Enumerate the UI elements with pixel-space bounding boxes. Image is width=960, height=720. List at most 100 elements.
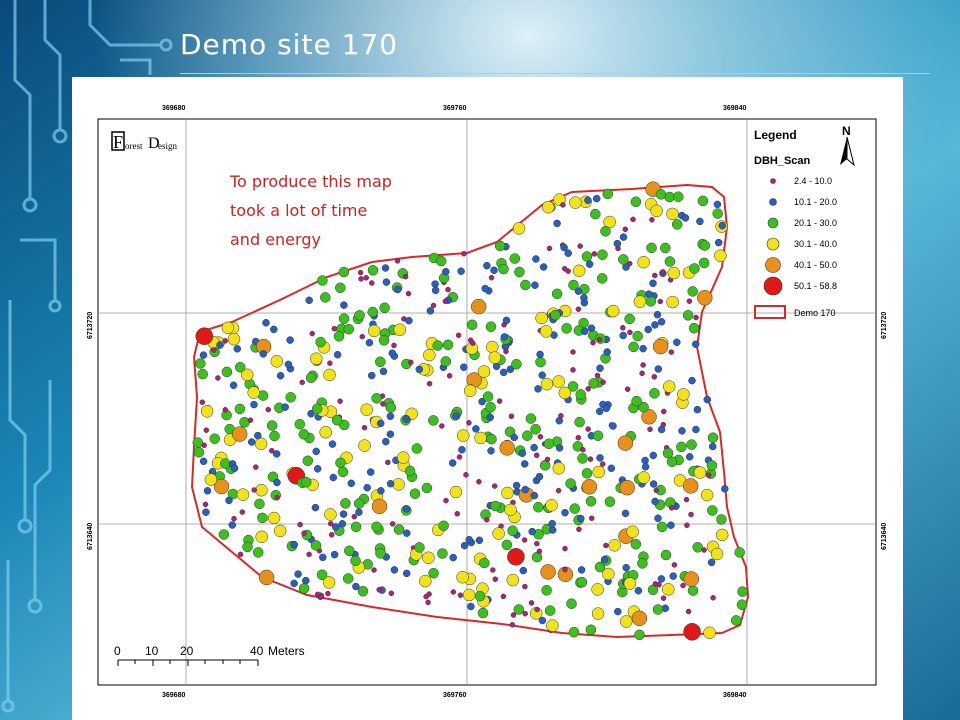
tree-point — [653, 487, 660, 494]
tree-point — [652, 272, 658, 279]
tree-point — [501, 486, 514, 500]
north-arrow-icon: N — [840, 124, 855, 167]
tree-point — [358, 439, 371, 452]
tree-point — [385, 402, 397, 413]
easting-label-bottom-2: 369760 — [443, 692, 466, 699]
tree-point — [331, 325, 338, 332]
tree-point — [721, 485, 729, 493]
tree-point — [634, 629, 645, 641]
tree-point — [386, 430, 395, 438]
tree-point — [530, 443, 538, 452]
tree-point — [455, 332, 462, 339]
tree-point — [442, 339, 454, 351]
tree-point — [216, 341, 224, 349]
tree-point — [509, 622, 516, 628]
legend-label-0: 2.4 - 10.0 — [794, 176, 832, 186]
tree-point — [697, 290, 713, 306]
tree-point — [247, 417, 254, 423]
tree-point — [266, 420, 278, 431]
tree-point — [366, 468, 375, 476]
tree-point — [680, 582, 686, 589]
tree-point — [333, 331, 345, 342]
tree-point — [637, 255, 650, 269]
tree-point — [537, 434, 544, 440]
tree-point — [319, 425, 332, 439]
tree-point — [377, 487, 385, 495]
tree-point — [375, 548, 386, 559]
tree-point — [581, 468, 593, 479]
tree-point — [671, 219, 683, 230]
tree-point — [512, 481, 521, 490]
tree-point — [591, 583, 604, 596]
tree-point — [347, 479, 356, 488]
tree-point — [713, 200, 722, 209]
tree-point — [533, 452, 540, 459]
tree-point — [252, 547, 264, 558]
tree-point — [626, 260, 633, 267]
tree-point — [576, 576, 588, 588]
tree-point — [631, 395, 642, 407]
annotation-line-2: took a lot of time — [230, 201, 367, 220]
tree-point — [568, 279, 579, 291]
tree-point — [708, 442, 717, 451]
tree-point — [737, 586, 748, 597]
tree-point — [575, 306, 582, 312]
tree-point — [569, 503, 580, 514]
tree-point — [511, 358, 522, 370]
tree-point — [234, 361, 246, 373]
tree-point — [628, 341, 639, 353]
easting-label-top-2: 369760 — [443, 105, 466, 112]
tree-point — [572, 264, 586, 278]
tree-point — [539, 325, 553, 338]
tree-point — [297, 521, 303, 528]
tree-point — [660, 269, 666, 275]
tree-point — [265, 406, 272, 413]
tree-point — [430, 302, 437, 309]
tree-point — [683, 623, 701, 641]
tree-point — [693, 314, 699, 321]
tree-point — [402, 273, 409, 280]
tree-point — [397, 451, 410, 464]
tree-point — [650, 204, 663, 218]
tree-point — [467, 602, 475, 611]
tree-point — [588, 378, 599, 389]
tree-point — [561, 266, 568, 272]
tree-point — [220, 458, 231, 469]
tree-point — [393, 323, 407, 336]
tree-point — [595, 407, 604, 416]
tree-point — [421, 482, 433, 494]
tree-point — [686, 439, 697, 450]
tree-point — [199, 351, 208, 359]
tree-point — [484, 517, 490, 523]
tree-point — [501, 539, 513, 551]
tree-point — [649, 388, 660, 399]
tree-point — [576, 526, 582, 533]
scale-tick-20: 20 — [180, 644, 194, 658]
tree-point — [457, 592, 464, 598]
tree-point — [630, 538, 642, 550]
tree-point — [507, 548, 525, 566]
tree-point — [594, 372, 601, 379]
tree-point — [714, 249, 727, 262]
tree-point — [325, 590, 331, 597]
tree-point — [528, 527, 536, 536]
tree-point — [344, 545, 355, 557]
easting-label-top-1: 369680 — [162, 105, 185, 112]
tree-point — [499, 368, 508, 377]
tree-point — [551, 288, 563, 300]
tree-point — [603, 348, 611, 356]
tree-point — [614, 607, 622, 616]
tree-point — [584, 196, 592, 205]
tree-point — [342, 573, 354, 584]
tree-point — [408, 359, 414, 366]
tree-point — [577, 243, 583, 249]
tree-point — [449, 485, 463, 499]
tree-point — [541, 200, 555, 214]
tree-point — [247, 438, 256, 446]
tree-point — [331, 523, 340, 531]
tree-point — [456, 429, 470, 442]
tree-point — [290, 579, 298, 588]
northing-label-left-2: 6713640 — [87, 523, 94, 550]
tree-point — [509, 253, 521, 264]
tree-point — [254, 431, 262, 440]
